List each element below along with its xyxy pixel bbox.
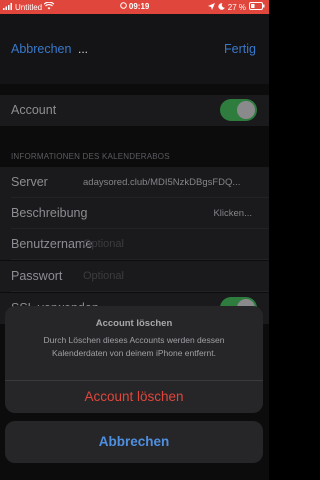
- password-label: Passwort: [11, 269, 63, 283]
- account-label: Account: [11, 103, 57, 117]
- password-row[interactable]: Passwort Optional: [0, 261, 269, 292]
- action-sheet-title: Account löschen: [95, 318, 173, 329]
- moon-icon: [218, 2, 225, 12]
- alarm-icon: [119, 2, 129, 11]
- description-row[interactable]: Beschreibung Klicken...: [0, 198, 269, 229]
- row-divider: [11, 291, 269, 292]
- server-label: Server: [11, 175, 48, 189]
- username-row[interactable]: Benutzername Optional: [0, 229, 269, 260]
- action-sheet-message: Durch Löschen dieses Accounts werden des…: [43, 335, 225, 358]
- delete-account-action-sheet: Account löschen Durch Löschen dieses Acc…: [5, 306, 263, 413]
- nav-title: ...: [78, 42, 89, 56]
- username-field[interactable]: Optional: [83, 238, 124, 250]
- delete-account-button[interactable]: Account löschen: [5, 381, 263, 413]
- server-row[interactable]: Server adaysored.club/MDI5NzkDBgsFDQ...: [0, 167, 269, 198]
- status-bar-right: 27 %: [207, 2, 265, 12]
- password-field[interactable]: Optional: [83, 270, 124, 282]
- status-time: 09:19: [128, 2, 150, 11]
- account-toggle-knob: [237, 101, 255, 119]
- row-divider: [11, 259, 269, 260]
- nav-done-button[interactable]: Fertig: [224, 42, 256, 56]
- navigation-bar: Abbrechen ... Fertig: [0, 14, 269, 84]
- account-toggle[interactable]: [220, 99, 257, 121]
- username-label: Benutzername: [11, 237, 93, 251]
- server-value[interactable]: adaysored.club/MDI5NzkDBgsFDQ...: [83, 177, 255, 188]
- location-icon: [207, 2, 215, 12]
- description-label: Beschreibung: [11, 206, 88, 220]
- battery-icon: [249, 2, 265, 12]
- description-value[interactable]: Klicken...: [213, 208, 252, 219]
- section-header-subscription-info: INFORMATIONEN DES KALENDERABOS: [11, 152, 170, 161]
- action-sheet-cancel-button[interactable]: Abbrechen: [5, 421, 263, 463]
- battery-percentage: 27 %: [227, 2, 246, 12]
- account-row: Account: [0, 95, 269, 126]
- status-bar: Untitled 09:19 27 %: [0, 0, 269, 14]
- nav-cancel-button[interactable]: Abbrechen: [11, 42, 71, 56]
